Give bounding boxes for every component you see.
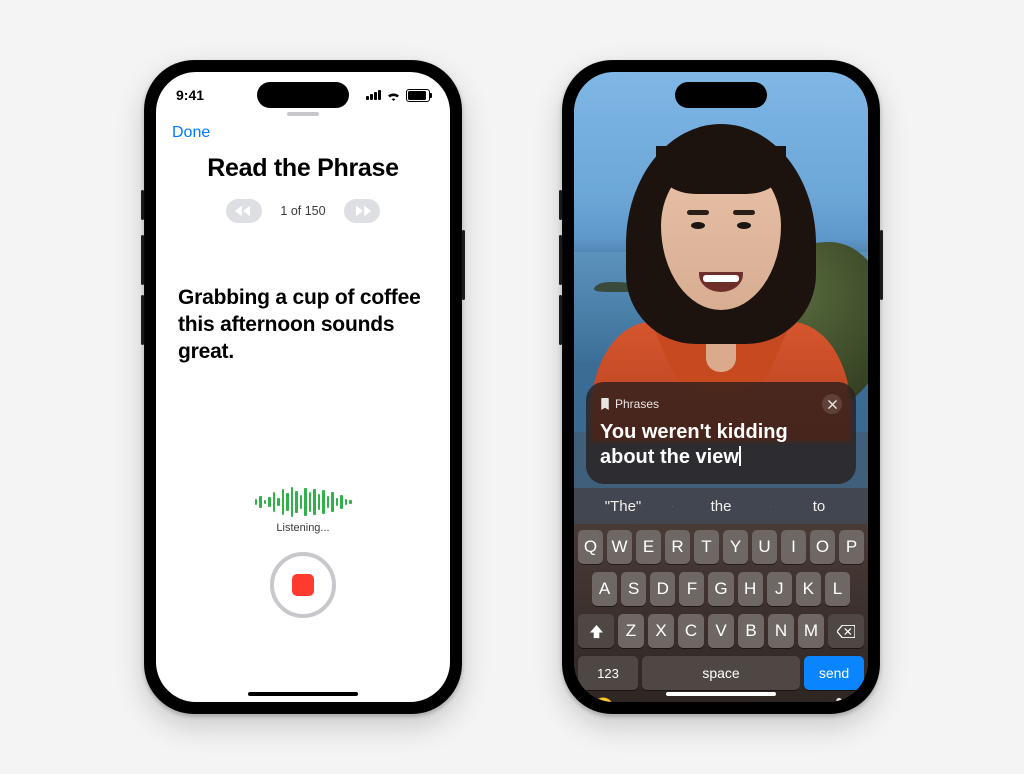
volume-up[interactable] (141, 235, 144, 285)
keyboard-suggestions: "The" the to (574, 488, 868, 524)
delete-key[interactable] (828, 614, 864, 648)
key-j[interactable]: J (767, 572, 792, 606)
live-speech-bubble: Phrases You weren't kidding about the vi… (586, 382, 856, 484)
waveform (156, 486, 450, 518)
key-e[interactable]: E (636, 530, 661, 564)
key-c[interactable]: C (678, 614, 704, 648)
pager-count: 1 of 150 (280, 204, 325, 218)
power-button[interactable] (462, 230, 465, 300)
forward-icon (353, 205, 371, 217)
facetime-video (574, 72, 868, 432)
space-key[interactable]: space (642, 656, 800, 690)
text-caret (739, 446, 741, 466)
bookmark-icon (600, 398, 610, 410)
close-button[interactable] (822, 394, 842, 414)
nav-bar: Done (156, 116, 450, 150)
listening-label: Listening... (156, 522, 450, 534)
wifi-icon (386, 90, 401, 101)
screen-left: 9:41 Done Read the Phrase (156, 72, 450, 702)
key-y[interactable]: Y (723, 530, 748, 564)
shift-icon (589, 624, 604, 639)
emoji-button[interactable]: 😀 (592, 697, 614, 703)
phone-left: 9:41 Done Read the Phrase (144, 60, 462, 714)
training-phrase: Grabbing a cup of coffee this afternoon … (156, 285, 450, 366)
key-m[interactable]: M (798, 614, 824, 648)
key-g[interactable]: G (708, 572, 733, 606)
volume-up[interactable] (559, 235, 562, 285)
key-z[interactable]: Z (618, 614, 644, 648)
key-d[interactable]: D (650, 572, 675, 606)
page-title: Read the Phrase (156, 154, 450, 183)
key-p[interactable]: P (839, 530, 864, 564)
mute-switch[interactable] (559, 190, 562, 220)
key-r[interactable]: R (665, 530, 690, 564)
volume-down[interactable] (141, 295, 144, 345)
key-o[interactable]: O (810, 530, 835, 564)
key-b[interactable]: B (738, 614, 764, 648)
phrases-label: Phrases (615, 397, 659, 411)
key-l[interactable]: L (825, 572, 850, 606)
keyboard: Q W E R T Y U I O P A S D F G H (574, 524, 868, 702)
key-w[interactable]: W (607, 530, 632, 564)
speech-line-1: You weren't kidding (600, 421, 788, 443)
suggestion-1[interactable]: "The" (574, 498, 672, 515)
key-u[interactable]: U (752, 530, 777, 564)
key-s[interactable]: S (621, 572, 646, 606)
status-time: 9:41 (176, 87, 204, 103)
phone-right: Phrases You weren't kidding about the vi… (562, 60, 880, 714)
power-button[interactable] (880, 230, 883, 300)
key-h[interactable]: H (738, 572, 763, 606)
key-a[interactable]: A (592, 572, 617, 606)
key-v[interactable]: V (708, 614, 734, 648)
stop-icon (292, 574, 314, 596)
rewind-icon (235, 205, 253, 217)
volume-down[interactable] (559, 295, 562, 345)
next-button[interactable] (344, 199, 380, 223)
done-button[interactable]: Done (172, 124, 210, 141)
suggestion-3[interactable]: to (770, 498, 868, 515)
speech-line-2: about the view (600, 446, 739, 468)
send-key[interactable]: send (804, 656, 864, 690)
phrases-button[interactable]: Phrases (600, 397, 659, 411)
dynamic-island (675, 82, 767, 108)
key-n[interactable]: N (768, 614, 794, 648)
key-t[interactable]: T (694, 530, 719, 564)
key-k[interactable]: K (796, 572, 821, 606)
record-stop-button[interactable] (270, 552, 336, 618)
key-f[interactable]: F (679, 572, 704, 606)
key-x[interactable]: X (648, 614, 674, 648)
dictation-icon[interactable] (828, 696, 850, 702)
numbers-key[interactable]: 123 (578, 656, 638, 690)
delete-icon (837, 625, 855, 638)
close-icon (828, 400, 837, 409)
speech-text[interactable]: You weren't kidding about the view (600, 420, 842, 470)
screen-right: Phrases You weren't kidding about the vi… (574, 72, 868, 702)
mute-switch[interactable] (141, 190, 144, 220)
prev-button[interactable] (226, 199, 262, 223)
key-q[interactable]: Q (578, 530, 603, 564)
home-indicator[interactable] (666, 692, 776, 696)
cellular-icon (366, 90, 381, 100)
dynamic-island (257, 82, 349, 108)
suggestion-2[interactable]: the (672, 498, 770, 515)
battery-icon (406, 89, 430, 102)
key-i[interactable]: I (781, 530, 806, 564)
phrase-pager: 1 of 150 (156, 199, 450, 223)
home-indicator[interactable] (248, 692, 358, 696)
shift-key[interactable] (578, 614, 614, 648)
